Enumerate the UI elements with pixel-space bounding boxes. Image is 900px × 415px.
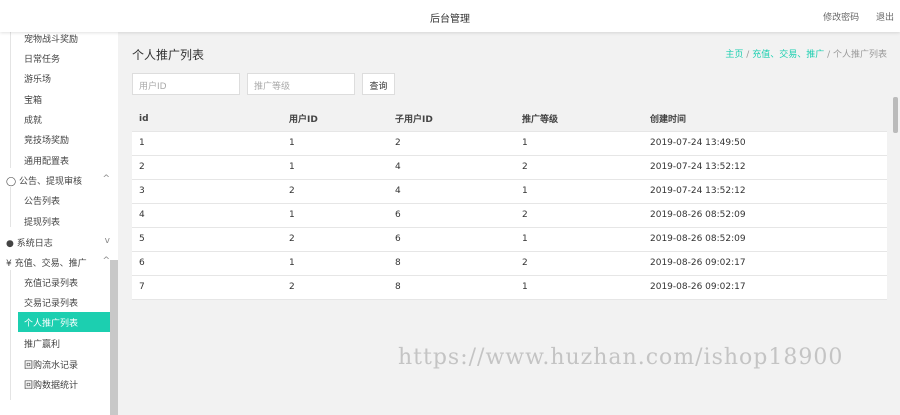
- table-cell: 4: [132, 203, 282, 228]
- column-header: 用户ID: [282, 107, 388, 132]
- breadcrumb-current: 个人推广列表: [832, 50, 887, 60]
- sidebar-item[interactable]: 成就: [24, 113, 42, 126]
- column-header: id: [132, 107, 282, 132]
- sidebar-item[interactable]: 交易记录列表: [24, 296, 78, 309]
- sidebar-item[interactable]: 回购流水记录: [24, 358, 78, 371]
- table-cell: 2019-07-24 13:52:12: [643, 155, 887, 180]
- search-button[interactable]: 查询: [362, 73, 395, 95]
- android-icon: ●: [6, 239, 17, 249]
- sidebar-item[interactable]: 回购数据统计: [24, 378, 78, 391]
- table-cell: 4: [388, 155, 515, 180]
- tree-line: [10, 32, 11, 168]
- table-cell: 1: [515, 131, 643, 156]
- table-cell: 1: [132, 131, 282, 156]
- top-header: 后台管理 修改密码 退出: [0, 0, 900, 32]
- table-cell: 1: [282, 203, 388, 228]
- table-cell: 2: [515, 203, 643, 228]
- sidebar-item-active[interactable]: 个人推广列表: [18, 312, 112, 332]
- table-cell: 6: [388, 203, 515, 228]
- table-row: 1 1 2 1 2019-07-24 13:49:50: [132, 131, 887, 156]
- sidebar-item[interactable]: 宠物战斗奖励: [24, 32, 78, 45]
- table-cell: 7: [132, 275, 282, 300]
- column-header: 推广等级: [515, 107, 643, 132]
- breadcrumb-section[interactable]: 充值、交易、推广: [752, 50, 824, 60]
- sidebar-item[interactable]: 提现列表: [24, 215, 60, 228]
- breadcrumb-home[interactable]: 主页: [725, 50, 743, 60]
- sidebar-item[interactable]: 公告列表: [24, 194, 60, 207]
- sidebar: 宠物战斗奖励 日常任务 游乐场 宝箱 成就 竞技场奖励 通用配置表 ◯ 公告、提…: [0, 32, 118, 415]
- column-header: 子用户ID: [388, 107, 515, 132]
- group-label: 公告、提现审核: [18, 177, 82, 187]
- table-cell: 6: [132, 251, 282, 276]
- sidebar-item[interactable]: 日常任务: [24, 52, 60, 65]
- sidebar-item[interactable]: 推广赢利: [24, 337, 60, 350]
- table-cell: 2019-07-24 13:52:12: [643, 179, 887, 204]
- chevron-up-icon: ^: [102, 174, 110, 184]
- table-cell: 1: [282, 131, 388, 156]
- table-row: 6 1 8 2 2019-08-26 09:02:17: [132, 251, 887, 276]
- group-label: 系统日志: [16, 239, 53, 249]
- user-id-input[interactable]: 用户ID: [132, 73, 240, 95]
- table-cell: 4: [388, 179, 515, 204]
- table-cell: 1: [282, 251, 388, 276]
- sidebar-item[interactable]: 宝箱: [24, 93, 42, 106]
- table-cell: 2: [132, 155, 282, 180]
- sidebar-scrollbar[interactable]: [110, 260, 118, 415]
- page-scrollbar[interactable]: [893, 97, 898, 133]
- group-label: 充值、交易、推广: [14, 259, 87, 269]
- table-cell: 2019-07-24 13:49:50: [643, 131, 887, 156]
- table-cell: 2: [282, 179, 388, 204]
- table-cell: 8: [388, 251, 515, 276]
- page-title: 个人推广列表: [132, 48, 205, 62]
- sidebar-group-notice[interactable]: ◯ 公告、提现审核 ^: [6, 174, 110, 187]
- table-cell: 2: [282, 227, 388, 252]
- change-password-link[interactable]: 修改密码: [823, 13, 859, 23]
- chat-icon: ◯: [6, 177, 19, 187]
- table-cell: 2019-08-26 09:02:17: [643, 251, 887, 276]
- chevron-up-icon: ^: [102, 256, 110, 266]
- column-header: 创建时间: [643, 107, 887, 132]
- promotion-table: id 用户ID 子用户ID 推广等级 创建时间 1 1 2 1 2019-07-24 13:49…: [132, 107, 887, 300]
- level-input[interactable]: 推广等级: [247, 73, 355, 95]
- table-cell: 6: [388, 227, 515, 252]
- sidebar-group-log[interactable]: ● 系统日志 v: [6, 236, 110, 249]
- table-cell: 2: [515, 155, 643, 180]
- sidebar-item[interactable]: 竞技场奖励: [24, 133, 69, 146]
- table-row: 2 1 4 2 2019-07-24 13:52:12: [132, 155, 887, 180]
- table-cell: 2019-08-26 08:52:09: [643, 203, 887, 228]
- table-cell: 1: [282, 155, 388, 180]
- chevron-down-icon: v: [104, 236, 110, 246]
- table-row: 5 2 6 1 2019-08-26 08:52:09: [132, 227, 887, 252]
- table-cell: 3: [132, 179, 282, 204]
- yen-icon: ¥: [6, 259, 15, 269]
- sidebar-item[interactable]: 通用配置表: [24, 154, 69, 167]
- sidebar-item[interactable]: 充值记录列表: [24, 276, 78, 289]
- table-cell: 8: [388, 275, 515, 300]
- table-cell: 1: [515, 227, 643, 252]
- watermark: https://www.huzhan.com/ishop18900: [398, 345, 844, 370]
- table-cell: 2019-08-26 09:02:17: [643, 275, 887, 300]
- app-title: 后台管理: [430, 14, 470, 25]
- table-cell: 2: [388, 131, 515, 156]
- table-row: 7 2 8 1 2019-08-26 09:02:17: [132, 275, 887, 300]
- sidebar-item[interactable]: 游乐场: [24, 72, 51, 85]
- table-cell: 5: [132, 227, 282, 252]
- table-row: 4 1 6 2 2019-08-26 08:52:09: [132, 203, 887, 228]
- table-cell: 1: [515, 179, 643, 204]
- table-row: 3 2 4 1 2019-07-24 13:52:12: [132, 179, 887, 204]
- table-cell: 2: [282, 275, 388, 300]
- table-cell: 2019-08-26 08:52:09: [643, 227, 887, 252]
- sidebar-group-pay[interactable]: ¥ 充值、交易、推广 ^: [6, 256, 110, 269]
- tree-line: [10, 270, 11, 400]
- table-cell: 2: [515, 251, 643, 276]
- logout-link[interactable]: 退出: [876, 13, 894, 23]
- breadcrumb: 主页 / 充值、交易、推广 / 个人推广列表: [725, 50, 887, 60]
- tree-line: [10, 187, 11, 227]
- table-cell: 1: [515, 275, 643, 300]
